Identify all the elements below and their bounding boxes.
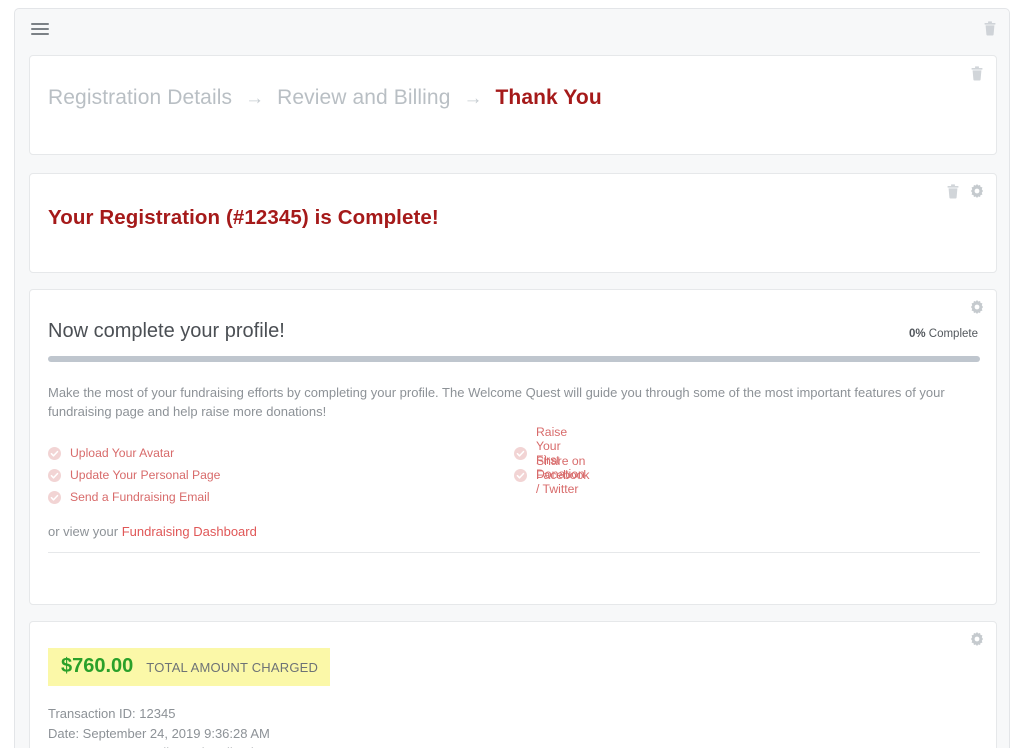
breadcrumb-step-registration-details[interactable]: Registration Details	[48, 86, 232, 110]
app-frame: Registration Details → Review and Billin…	[14, 8, 1010, 748]
transaction-card-actions	[970, 632, 984, 647]
transaction-date-line: Date: September 24, 2019 9:36:28 AM	[48, 725, 270, 741]
check-circle-icon	[514, 468, 527, 482]
page-root: Registration Details → Review and Billin…	[0, 0, 1024, 748]
dashboard-prefix-text: or view your	[48, 524, 122, 539]
breadcrumb-step-thank-you: Thank You	[495, 86, 602, 109]
page-title: Your Registration (#12345) is Complete!	[48, 206, 439, 229]
registration-card-actions	[946, 184, 984, 199]
trash-icon[interactable]	[946, 184, 960, 199]
fundraising-dashboard-link[interactable]: Fundraising Dashboard	[122, 524, 257, 539]
breadcrumb-step-review-and-billing[interactable]: Review and Billing	[277, 86, 450, 110]
breadcrumb-arrow-icon: →	[463, 88, 483, 109]
profile-description: Make the most of your fundraising effort…	[48, 385, 945, 419]
progress-complete-word: Complete	[928, 328, 978, 340]
profile-completion-card: Now complete your profile! 0% Complete M…	[29, 289, 997, 605]
gear-icon[interactable]	[970, 300, 984, 315]
quest-item-label: Share on Facebook / Twitter	[536, 454, 590, 496]
transaction-summary-card: $760.00 TOTAL AMOUNT CHARGED Transaction…	[29, 621, 997, 748]
top-bar	[15, 9, 1009, 53]
breadcrumb-arrow-icon: →	[245, 88, 265, 109]
hamburger-line	[31, 28, 49, 30]
section-divider	[48, 552, 980, 553]
progress-percent-value: 0%	[908, 328, 926, 340]
transaction-payment-line: Payment Type: Credit Card ending in XX99	[48, 743, 296, 748]
breadcrumb: Registration Details → Review and Billin…	[48, 86, 602, 110]
profile-header: Now complete your profile! 0% Complete	[48, 320, 978, 343]
progress-percent-label: 0% Complete	[909, 328, 978, 343]
hamburger-line	[31, 23, 49, 25]
check-circle-icon	[514, 446, 527, 460]
profile-progress-bar[interactable]	[48, 356, 980, 362]
quest-column-right: Raise Your First Donation Share on Faceb…	[30, 425, 590, 508]
trash-icon[interactable]	[970, 66, 984, 81]
top-bar-actions	[983, 21, 997, 36]
breadcrumb-card-actions	[970, 66, 984, 81]
welcome-quest-list: Upload Your Avatar Update Your Personal …	[48, 425, 980, 508]
dashboard-line: or view your Fundraising Dashboard	[48, 524, 257, 539]
hamburger-line	[31, 33, 49, 35]
total-amount-label: TOTAL AMOUNT CHARGED	[146, 660, 319, 675]
trash-icon[interactable]	[983, 21, 997, 36]
gear-icon[interactable]	[970, 184, 984, 199]
breadcrumb-card: Registration Details → Review and Billin…	[29, 55, 997, 155]
hamburger-icon[interactable]	[31, 23, 49, 37]
profile-title: Now complete your profile!	[48, 320, 285, 342]
registration-complete-card: Your Registration (#12345) is Complete!	[29, 173, 997, 273]
total-amount-value: $760.00	[61, 655, 134, 677]
gear-icon[interactable]	[970, 632, 984, 647]
profile-card-actions	[970, 300, 984, 315]
total-amount-badge: $760.00 TOTAL AMOUNT CHARGED	[48, 648, 331, 686]
transaction-details: Transaction ID: 12345 Date: September 24…	[48, 704, 296, 748]
transaction-id-line: Transaction ID: 12345	[48, 706, 176, 721]
